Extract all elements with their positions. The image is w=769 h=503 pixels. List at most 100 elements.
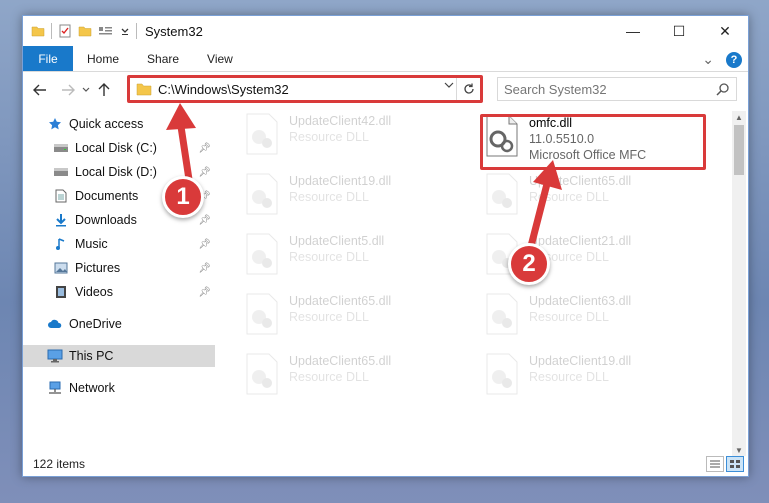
nav-label: This PC: [69, 349, 114, 363]
pin-icon[interactable]: 📌︎: [198, 287, 211, 298]
file-description: Resource DLL: [289, 250, 369, 264]
search-icon: [716, 83, 729, 96]
star-icon: [47, 117, 63, 131]
toolbar-divider: [136, 23, 137, 39]
item-count: 122 items: [33, 457, 86, 471]
nav-item-quick-access[interactable]: Quick access: [23, 113, 215, 135]
file-name: UpdateClient19.dll: [529, 354, 632, 368]
dll-file-icon: [246, 233, 278, 275]
search-input[interactable]: Search System32: [497, 77, 737, 101]
drive-icon: [53, 165, 69, 179]
pin-icon[interactable]: 📌︎: [198, 143, 211, 154]
navigation-bar: C:\Windows\System32 Search System32: [23, 73, 748, 107]
help-icon[interactable]: ?: [726, 51, 742, 68]
pin-icon[interactable]: 📌︎: [198, 215, 211, 226]
computer-icon: [47, 349, 63, 363]
properties-icon[interactable]: [58, 24, 72, 38]
pin-icon[interactable]: 📌︎: [198, 263, 211, 274]
scrollbar-thumb[interactable]: [734, 125, 744, 175]
downloads-icon: [53, 213, 69, 227]
recent-locations-button[interactable]: [79, 79, 93, 101]
file-item[interactable]: UpdateClient63.dll Resource DLL: [483, 293, 713, 339]
nav-item-music[interactable]: Music 📌︎: [23, 233, 215, 255]
file-item[interactable]: UpdateClient19.dll Resource DLL: [483, 353, 713, 399]
file-name: UpdateClient65.dll: [289, 354, 392, 368]
nav-item-onedrive[interactable]: OneDrive: [23, 313, 215, 335]
close-button[interactable]: ✕: [702, 16, 748, 46]
file-description: Resource DLL: [289, 130, 369, 144]
tab-view[interactable]: View: [193, 46, 247, 71]
callout-1-badge: 1: [162, 176, 204, 218]
dll-file-icon: [246, 293, 278, 335]
folder-icon: [31, 26, 45, 37]
details-view-button[interactable]: [706, 456, 724, 472]
nav-label: OneDrive: [69, 317, 122, 331]
file-description: Resource DLL: [289, 370, 369, 384]
nav-label: Pictures: [75, 261, 121, 275]
file-name: UpdateClient42.dll: [289, 114, 392, 128]
file-item[interactable]: UpdateClient65.dll Resource DLL: [483, 173, 713, 219]
ribbon-tabs: File Home Share View ⌄ ?: [23, 46, 748, 72]
pin-icon[interactable]: 📌︎: [198, 167, 211, 178]
nav-label: Documents: [75, 189, 139, 203]
file-explorer-window: System32 — ☐ ✕ File Home Share View ⌄ ? …: [22, 15, 749, 477]
address-bar-highlight: [127, 75, 483, 103]
chevron-down-icon[interactable]: [120, 24, 130, 38]
nav-item-videos[interactable]: Videos 📌︎: [23, 281, 215, 303]
file-description: Resource DLL: [289, 190, 369, 204]
expand-ribbon-icon[interactable]: ⌄: [702, 51, 714, 68]
cloud-icon: [47, 317, 63, 331]
file-item[interactable]: UpdateClient65.dll Resource DLL: [243, 293, 473, 339]
nav-item-local-disk-c[interactable]: Local Disk (C:) 📌︎: [23, 137, 215, 159]
pin-icon[interactable]: 📌︎: [198, 239, 211, 250]
details-view-icon: [710, 460, 720, 468]
tab-share[interactable]: Share: [133, 46, 193, 71]
file-item[interactable]: UpdateClient5.dll Resource DLL: [243, 233, 473, 279]
vertical-scrollbar[interactable]: ▲ ▼: [732, 111, 746, 456]
file-item[interactable]: UpdateClient65.dll Resource DLL: [243, 353, 473, 399]
search-placeholder: Search System32: [504, 81, 607, 97]
dll-file-icon: [246, 353, 278, 395]
arrow-left-icon: [33, 84, 46, 96]
nav-label: Quick access: [69, 117, 144, 131]
quick-access-toolbar: [23, 23, 137, 39]
dll-file-icon: [486, 173, 518, 215]
chevron-down-icon: [82, 87, 90, 92]
file-description: Resource DLL: [529, 310, 609, 324]
file-name: UpdateClient65.dll: [529, 174, 632, 188]
dll-file-icon: [486, 293, 518, 335]
navigation-pane: Quick access Local Disk (C:) 📌︎ Local Di…: [23, 111, 215, 451]
nav-item-pictures[interactable]: Pictures 📌︎: [23, 257, 215, 279]
scroll-up-button[interactable]: ▲: [732, 111, 746, 123]
dll-file-icon: [246, 173, 278, 215]
music-icon: [53, 237, 69, 251]
new-folder-icon[interactable]: [78, 24, 92, 38]
file-item[interactable]: UpdateClient42.dll Resource DLL: [243, 113, 473, 159]
maximize-button[interactable]: ☐: [656, 16, 702, 46]
back-button[interactable]: [29, 79, 51, 101]
tab-file[interactable]: File: [23, 46, 73, 71]
customize-toolbar-icon[interactable]: [98, 24, 114, 38]
pictures-icon: [53, 261, 69, 275]
dll-file-icon: [486, 353, 518, 395]
network-icon: [47, 381, 63, 395]
dll-file-icon: [246, 113, 278, 155]
nav-item-network[interactable]: Network: [23, 377, 215, 399]
file-name: UpdateClient5.dll: [289, 234, 385, 248]
tiles-view-icon: [730, 460, 740, 468]
toolbar-divider: [51, 23, 52, 39]
minimize-button[interactable]: —: [610, 16, 656, 46]
file-item[interactable]: UpdateClient19.dll Resource DLL: [243, 173, 473, 219]
file-highlight: [480, 114, 706, 170]
status-bar: 122 items: [23, 452, 748, 476]
file-name: UpdateClient65.dll: [289, 294, 392, 308]
tab-home[interactable]: Home: [73, 46, 133, 71]
file-name: UpdateClient63.dll: [529, 294, 632, 308]
file-description: Resource DLL: [529, 370, 609, 384]
nav-item-this-pc[interactable]: This PC: [23, 345, 215, 367]
up-button[interactable]: [93, 79, 115, 101]
forward-button[interactable]: [57, 79, 79, 101]
arrow-up-icon: [98, 83, 110, 96]
window-title: System32: [145, 23, 203, 39]
tiles-view-button[interactable]: [726, 456, 744, 472]
